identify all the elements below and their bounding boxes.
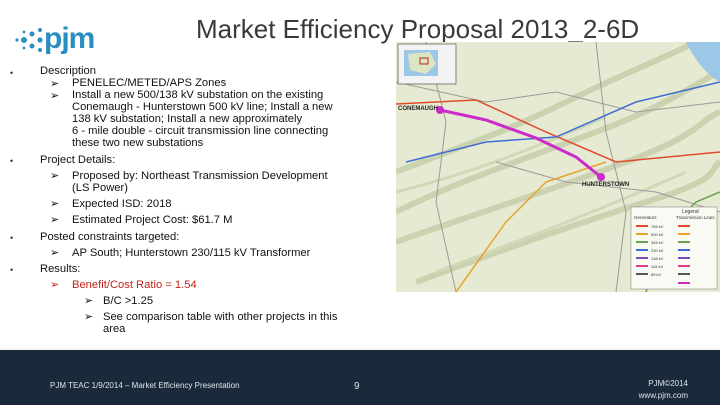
slide-title: Market Efficiency Proposal 2013_2-6D bbox=[196, 14, 640, 44]
footer-band bbox=[0, 350, 720, 405]
legend-voltage: 345 kV bbox=[651, 240, 664, 245]
map-legend-col1: Generators bbox=[634, 215, 657, 220]
constraint-item: AP South; Hunterstown 230/115 kV Transfo… bbox=[72, 247, 311, 259]
legend-voltage: 69 kV bbox=[651, 272, 662, 277]
map-label-conemaugh: CONEMAUGH bbox=[398, 106, 438, 112]
website-link[interactable]: www.pjm.com bbox=[639, 390, 688, 402]
legend-voltage: 115 kV bbox=[651, 264, 664, 269]
results-sub-item: See comparison table with other projects… bbox=[103, 311, 338, 323]
copyright-text: PJM©2014 bbox=[648, 379, 688, 388]
results-sub-item: B/C >1.25 bbox=[103, 295, 154, 307]
description-item: Install a new 500/138 kV substation on t… bbox=[72, 89, 324, 101]
map-legend-col2: Transmission Lines bbox=[676, 215, 715, 220]
results-heading: Results: bbox=[40, 263, 81, 275]
results-sub-item: area bbox=[103, 323, 126, 335]
bullet-icon: • bbox=[10, 233, 14, 243]
project-detail: (LS Power) bbox=[72, 182, 128, 194]
legend-voltage: 138 kV bbox=[651, 256, 664, 261]
constraints-heading: Posted constraints targeted: bbox=[40, 231, 180, 243]
project-detail: Proposed by: Northeast Transmission Deve… bbox=[72, 170, 328, 182]
arrow-bullet-icon: ➢ bbox=[84, 311, 94, 323]
arrow-bullet-icon: ➢ bbox=[50, 247, 60, 259]
results-benefit: Benefit/Cost Ratio = 1.54 bbox=[72, 279, 197, 291]
slide: pjm Market Efficiency Proposal 2013_2-6D… bbox=[0, 0, 720, 405]
description-item: these two new substations bbox=[72, 137, 204, 149]
project-detail: Estimated Project Cost: $61.7 M bbox=[72, 214, 233, 226]
legend-voltage: 765 kV bbox=[651, 224, 664, 229]
legend-voltage: 230 kV bbox=[651, 248, 664, 253]
arrow-bullet-icon: ➢ bbox=[50, 214, 60, 226]
arrow-bullet-icon: ➢ bbox=[50, 198, 60, 210]
legend-voltage: 500 kV bbox=[651, 232, 664, 237]
description-item: PENELEC/METED/APS Zones bbox=[72, 77, 227, 89]
map-legend-voltages: 765 kV 500 kV 345 kV 230 kV 138 kV 115 k… bbox=[651, 223, 663, 279]
description-item: Conemaugh - Hunterstown 500 kV line; Ins… bbox=[72, 101, 333, 113]
project-map: CONEMAUGH HUNTERSTOWN Legend Generators … bbox=[396, 42, 720, 292]
arrow-bullet-icon: ➢ bbox=[50, 279, 60, 291]
arrow-bullet-icon: ➢ bbox=[50, 90, 60, 102]
page-number: 9 bbox=[354, 381, 360, 392]
arrow-bullet-icon: ➢ bbox=[50, 170, 60, 182]
bullet-icon: • bbox=[10, 265, 14, 275]
map-graphic bbox=[396, 42, 720, 292]
project-details-heading: Project Details: bbox=[40, 154, 116, 166]
footer-presentation-info: PJM TEAC 1/9/2014 – Market Efficiency Pr… bbox=[50, 381, 240, 390]
description-item: 138 kV substation; Install a new approxi… bbox=[72, 113, 303, 125]
arrow-bullet-icon: ➢ bbox=[84, 295, 94, 307]
footer-copyright: PJM©2014 www.pjm.com bbox=[639, 378, 688, 402]
bullet-icon: • bbox=[10, 68, 14, 78]
project-detail: Expected ISD: 2018 bbox=[72, 198, 172, 210]
logo-text: pjm bbox=[44, 22, 95, 55]
map-label-hunterstown: HUNTERSTOWN bbox=[582, 182, 630, 188]
description-heading: Description bbox=[40, 65, 96, 77]
bullet-icon: • bbox=[10, 156, 14, 166]
description-item: 6 - mile double - circuit transmission l… bbox=[72, 125, 329, 137]
